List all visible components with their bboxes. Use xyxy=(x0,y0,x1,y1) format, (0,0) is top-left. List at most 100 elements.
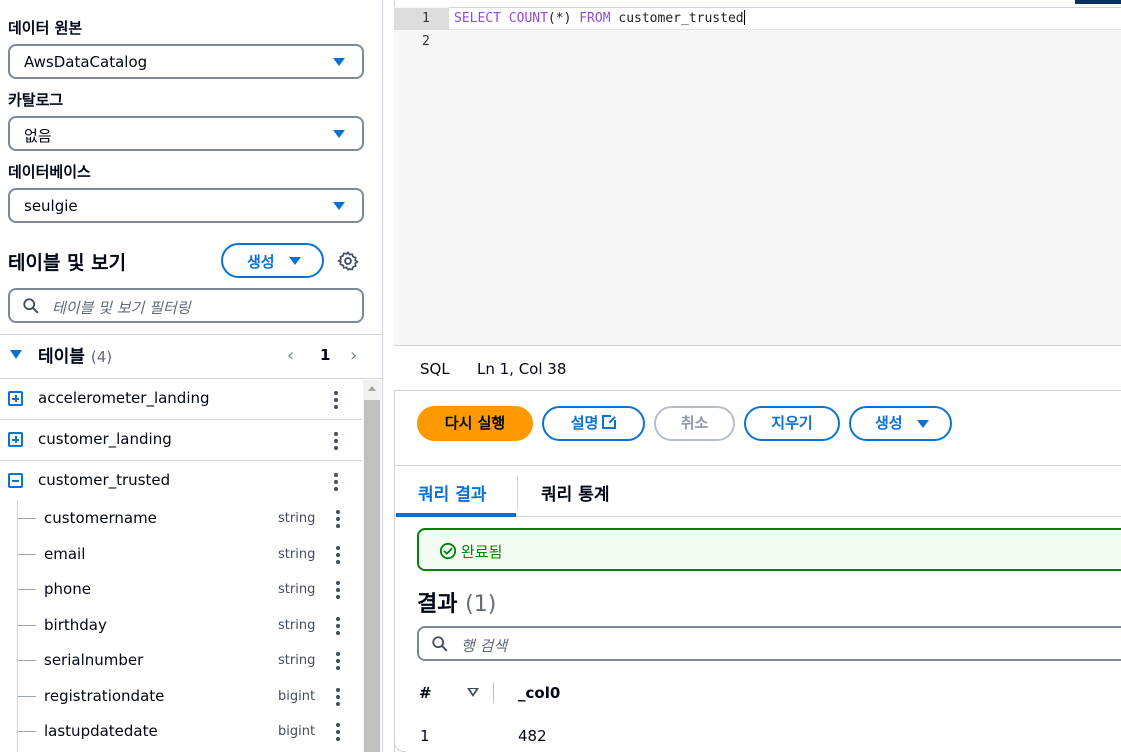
more-actions-icon[interactable] xyxy=(336,652,340,670)
sql-identifier: customer_trusted xyxy=(618,11,744,26)
table-name: customer_landing xyxy=(38,430,172,448)
more-actions-icon[interactable] xyxy=(334,473,338,491)
line-number: 2 xyxy=(422,34,430,49)
column-name: serialnumber xyxy=(44,651,144,669)
column-name: email xyxy=(44,545,86,563)
tables-section-label: 테이블 xyxy=(38,347,85,367)
table-filter-input[interactable]: 테이블 및 보기 필터링 xyxy=(8,288,364,323)
column-type: string xyxy=(278,582,316,597)
table-filter-placeholder: 테이블 및 보기 필터링 xyxy=(52,299,191,317)
tab-query-stats[interactable]: 쿼리 통계 xyxy=(541,480,609,505)
column-row[interactable]: lastupdatedate bigint xyxy=(0,714,362,749)
data-source-value: AwsDataCatalog xyxy=(24,53,148,71)
check-circle-icon xyxy=(439,542,457,560)
results-title: 결과 (1) xyxy=(417,586,496,618)
scrollbar-thumb[interactable] xyxy=(364,400,380,752)
sql-keyword: FROM xyxy=(571,11,619,26)
explain-button[interactable]: 설명 xyxy=(542,406,645,441)
sql-editor[interactable] xyxy=(394,7,1121,345)
divider xyxy=(394,465,1121,466)
column-resizer[interactable] xyxy=(493,683,494,703)
search-icon xyxy=(432,636,448,652)
cancel-button[interactable]: 취소 xyxy=(654,406,735,441)
more-actions-icon[interactable] xyxy=(336,723,340,741)
expand-plus-icon[interactable] xyxy=(8,432,23,447)
column-row[interactable]: birthday string xyxy=(0,608,362,643)
search-icon xyxy=(23,298,39,314)
sort-filter-icon-inner xyxy=(470,689,476,694)
collapse-caret-icon[interactable] xyxy=(10,350,22,359)
tree-branch xyxy=(18,625,36,626)
column-header-col0[interactable]: _col0 xyxy=(518,684,560,702)
database-select[interactable]: seulgie xyxy=(8,188,364,223)
active-tab-underline xyxy=(396,513,516,517)
column-row[interactable]: email string xyxy=(0,537,362,572)
tree-branch xyxy=(18,518,36,519)
table-row-customer-trusted[interactable]: customer_trusted xyxy=(0,461,362,502)
more-actions-icon[interactable] xyxy=(336,688,340,706)
chevron-left-icon[interactable]: ‹ xyxy=(287,345,294,366)
column-row[interactable]: phone string xyxy=(0,572,362,607)
tab-query-results[interactable]: 쿼리 결과 xyxy=(418,480,486,505)
column-type: string xyxy=(278,511,316,526)
expand-plus-icon[interactable] xyxy=(8,391,23,406)
scroll-up-arrow-icon[interactable] xyxy=(368,386,376,391)
panel-divider[interactable] xyxy=(382,0,383,752)
column-row[interactable]: registrationdate bigint xyxy=(0,679,362,714)
tree-scrollbar[interactable] xyxy=(363,380,381,752)
column-name: phone xyxy=(44,580,91,598)
column-type: string xyxy=(278,653,316,668)
column-type: bigint xyxy=(278,724,316,739)
column-name: registrationdate xyxy=(44,687,165,705)
external-link-icon xyxy=(602,414,618,429)
status-cursor-position: Ln 1, Col 38 xyxy=(477,360,567,378)
clear-button[interactable]: 지우기 xyxy=(744,406,840,441)
chevron-right-icon[interactable]: › xyxy=(350,345,357,366)
athena-query-editor: 데이터 원본 AwsDataCatalog 카탈로그 없음 데이터베이스 seu… xyxy=(0,0,1121,752)
sql-keyword: SELECT COUNT xyxy=(454,11,548,26)
catalog-select[interactable]: 없음 xyxy=(8,116,364,151)
line-number-gutter xyxy=(394,7,449,345)
tab-separator xyxy=(517,476,518,510)
tables-views-title: 테이블 및 보기 xyxy=(8,252,127,274)
create-label: 생성 xyxy=(875,414,903,432)
sql-token: (*) xyxy=(547,11,572,26)
column-name: customername xyxy=(44,509,157,527)
more-actions-icon[interactable] xyxy=(336,617,340,635)
editor-status-bar: SQL Ln 1, Col 38 xyxy=(394,345,1121,391)
tables-section-title[interactable]: 테이블 (4) xyxy=(38,342,112,367)
caret-down-icon xyxy=(917,420,929,428)
column-row[interactable]: serialnumber string xyxy=(0,643,362,678)
results-count: (1) xyxy=(465,592,497,617)
column-header-index: # xyxy=(419,684,432,702)
row-search-input[interactable]: 행 검색 xyxy=(417,626,1121,661)
table-name: accelerometer_landing xyxy=(38,389,210,407)
database-value: seulgie xyxy=(24,197,78,215)
more-actions-icon[interactable] xyxy=(334,391,338,409)
status-alert-success: 완료됨 xyxy=(417,528,1121,571)
column-name: lastupdatedate xyxy=(44,722,158,740)
caret-down-icon xyxy=(333,130,345,138)
data-source-select[interactable]: AwsDataCatalog xyxy=(8,44,364,79)
run-again-button[interactable]: 다시 실행 xyxy=(417,406,533,441)
collapse-minus-icon[interactable] xyxy=(8,473,23,488)
table-row-accelerometer-landing[interactable]: accelerometer_landing xyxy=(0,379,362,420)
sql-code-line[interactable]: SELECT COUNT(*) FROM customer_trusted xyxy=(454,10,745,26)
page-number[interactable]: 1 xyxy=(320,346,330,364)
active-query-tab-indicator xyxy=(1075,0,1121,4)
cancel-label: 취소 xyxy=(680,414,709,432)
more-actions-icon[interactable] xyxy=(336,546,340,564)
more-actions-icon[interactable] xyxy=(334,432,338,450)
tree-branch xyxy=(18,589,36,590)
create-button[interactable]: 생성 xyxy=(849,406,952,441)
explain-label: 설명 xyxy=(570,414,599,432)
more-actions-icon[interactable] xyxy=(336,581,340,599)
divider xyxy=(0,334,382,335)
run-again-label: 다시 실행 xyxy=(444,414,506,432)
table-row-customer-landing[interactable]: customer_landing xyxy=(0,420,362,461)
data-source-label: 데이터 원본 xyxy=(8,19,83,37)
column-row[interactable]: customername string xyxy=(0,501,362,536)
create-table-button[interactable]: 생성 xyxy=(221,243,324,278)
more-actions-icon[interactable] xyxy=(336,510,340,528)
gear-icon[interactable] xyxy=(337,250,359,272)
